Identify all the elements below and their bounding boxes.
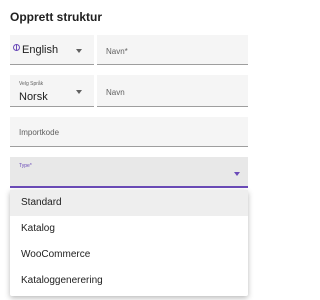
chevron-down-icon	[234, 172, 240, 176]
import-code-label: Importkode	[19, 128, 60, 137]
chevron-down-icon	[76, 90, 82, 94]
select-language-value: Norsk	[19, 91, 48, 103]
type-select[interactable]: Type*	[10, 157, 248, 188]
type-option-kataloggenerering[interactable]: Kataloggenerering	[10, 268, 248, 294]
import-code-field[interactable]: Importkode	[10, 117, 248, 147]
globe-icon	[13, 44, 20, 51]
type-dropdown-menu: Standard Katalog WooCommerce Kataloggene…	[10, 190, 248, 296]
type-label: Type*	[19, 163, 32, 169]
language-select[interactable]: English	[10, 35, 94, 65]
name-field[interactable]: Navn	[97, 75, 248, 107]
select-language-dropdown[interactable]: Velg Språk Norsk	[10, 75, 94, 107]
type-option-katalog[interactable]: Katalog	[10, 216, 248, 242]
chevron-down-icon	[76, 49, 82, 53]
name-label: Navn	[106, 88, 125, 97]
name-required-label: Navn*	[106, 47, 128, 56]
page-title: Opprett struktur	[10, 10, 103, 24]
select-language-label: Velg Språk	[19, 81, 44, 87]
type-option-woocommerce[interactable]: WooCommerce	[10, 242, 248, 268]
type-option-standard[interactable]: Standard	[10, 190, 248, 216]
name-required-field[interactable]: Navn*	[97, 35, 248, 65]
language-select-value: English	[22, 44, 59, 56]
